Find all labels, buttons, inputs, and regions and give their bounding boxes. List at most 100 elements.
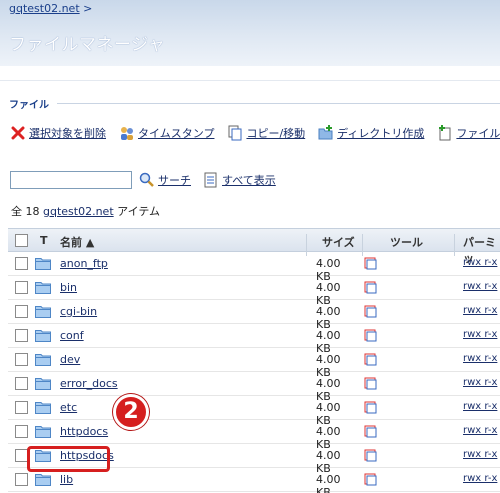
section-heading: ファイル [9,96,500,111]
edit-icon[interactable] [364,425,377,442]
edit-icon[interactable] [364,257,377,274]
file-name-link[interactable]: etc [60,401,77,414]
show-all-button[interactable]: すべて表示 [203,172,276,188]
permission-link[interactable]: rwx r-x [463,257,497,268]
permission-link[interactable]: rwx r-x [463,473,497,484]
file-name-link[interactable]: conf [60,329,84,342]
new-folder-icon [318,125,334,141]
permission-link[interactable]: rwx r-x [463,281,497,292]
folder-icon [35,353,51,369]
col-size-header[interactable]: サイズ [322,234,355,250]
red-x-icon [10,125,26,141]
copy-move-button[interactable]: コピー/移動 [227,125,305,141]
copy-move-label: コピー/移動 [246,127,306,140]
table-row: anon_ftp 4.00 KB rwx r-x [8,252,500,283]
folder-icon [35,425,51,441]
folder-icon [35,257,51,273]
create-file-label: ファイル作成 [456,127,500,140]
file-name-link[interactable]: anon_ftp [60,257,108,270]
permission-link[interactable]: rwx r-x [463,305,497,316]
breadcrumb-domain-link[interactable]: gqtest02.net [9,2,80,15]
create-file-button[interactable]: ファイル作成 [437,125,500,141]
col-tools-header: ツール [390,236,423,249]
row-checkbox[interactable] [15,353,28,366]
file-name-link[interactable]: dev [60,353,80,366]
table-row: error_docs 4.00 KB rwx r-x [8,372,500,403]
edit-icon[interactable] [364,353,377,370]
create-directory-label: ディレクトリ作成 [337,127,425,140]
folder-icon [35,401,51,417]
edit-icon[interactable] [364,305,377,322]
select-all-checkbox[interactable] [15,234,28,247]
row-checkbox[interactable] [15,257,28,270]
table-header: T 名前 ▲ サイズ ツール パーミッ [8,228,500,265]
search-input[interactable] [10,171,132,189]
table-row: conf 4.00 KB rwx r-x [8,324,500,355]
permission-link[interactable]: rwx r-x [463,377,497,388]
file-name-link[interactable]: bin [60,281,77,294]
section-rule [57,103,500,104]
table-row: etc 4.00 KB rwx r-x [8,396,500,427]
folder-icon [35,329,51,345]
edit-icon[interactable] [364,401,377,418]
section-label: ファイル [9,100,49,111]
row-checkbox[interactable] [15,281,28,294]
show-all-label: すべて表示 [222,174,276,187]
col-name-header[interactable]: 名前 ▲ [60,234,94,250]
folder-icon [35,281,51,297]
permission-link[interactable]: rwx r-x [463,449,497,460]
new-file-icon [437,125,453,141]
row-checkbox[interactable] [15,305,28,318]
search-button[interactable]: サーチ [139,172,191,188]
step-badge: 2 [113,394,149,430]
people-icon [119,125,135,141]
breadcrumb-separator: > [83,2,93,15]
folder-icon [35,305,51,321]
header-banner: gqtest02.net > ファイルマネージャ [0,0,500,66]
edit-icon[interactable] [364,449,377,466]
folder-icon [35,377,51,393]
item-count-summary: 全 18 gqtest02.net アイテム [11,203,160,219]
row-checkbox[interactable] [15,377,28,390]
folder-icon [35,473,51,489]
file-name-link[interactable]: httpdocs [60,425,108,438]
toolbar: 選択対象を削除 タイムスタンプ コピー/移動 ディレクトリ作成 ファイル作成 [10,125,500,141]
edit-icon[interactable] [364,473,377,490]
row-checkbox[interactable] [15,473,28,486]
divider [0,80,500,81]
row-checkbox[interactable] [15,329,28,342]
list-icon [204,172,217,188]
table-row: dev 4.00 KB rwx r-x [8,348,500,379]
page-title: ファイルマネージャ [9,35,166,55]
breadcrumb: gqtest02.net > [9,2,92,15]
edit-icon[interactable] [364,377,377,394]
file-name-link[interactable]: cgi-bin [60,305,97,318]
permission-link[interactable]: rwx r-x [463,353,497,364]
permission-link[interactable]: rwx r-x [463,401,497,412]
summary-prefix: 全 18 [11,205,40,218]
timestamp-button[interactable]: タイムスタンプ [119,125,214,141]
permission-link[interactable]: rwx r-x [463,425,497,436]
file-name-link[interactable]: error_docs [60,377,118,390]
row-checkbox[interactable] [15,425,28,438]
table-row: bin 4.00 KB rwx r-x [8,276,500,307]
timestamp-label: タイムスタンプ [138,127,215,140]
file-name-link[interactable]: lib [60,473,73,486]
table-row: httpdocs 4.00 KB rwx r-x [8,420,500,451]
copy-icon [227,125,243,141]
col-type-header[interactable]: T [40,234,48,247]
highlight-box [27,446,110,472]
edit-icon[interactable] [364,329,377,346]
search-row: サーチ すべて表示 [10,171,276,189]
summary-suffix: アイテム [117,205,161,218]
delete-selected-label: 選択対象を削除 [29,127,106,140]
create-directory-button[interactable]: ディレクトリ作成 [318,125,424,141]
magnifier-icon [139,172,154,187]
table-row: cgi-bin 4.00 KB rwx r-x [8,300,500,331]
row-checkbox[interactable] [15,401,28,414]
delete-selected-button[interactable]: 選択対象を削除 [10,125,106,141]
permission-link[interactable]: rwx r-x [463,329,497,340]
edit-icon[interactable] [364,281,377,298]
search-label: サーチ [158,174,191,187]
summary-domain-link[interactable]: gqtest02.net [43,205,114,218]
